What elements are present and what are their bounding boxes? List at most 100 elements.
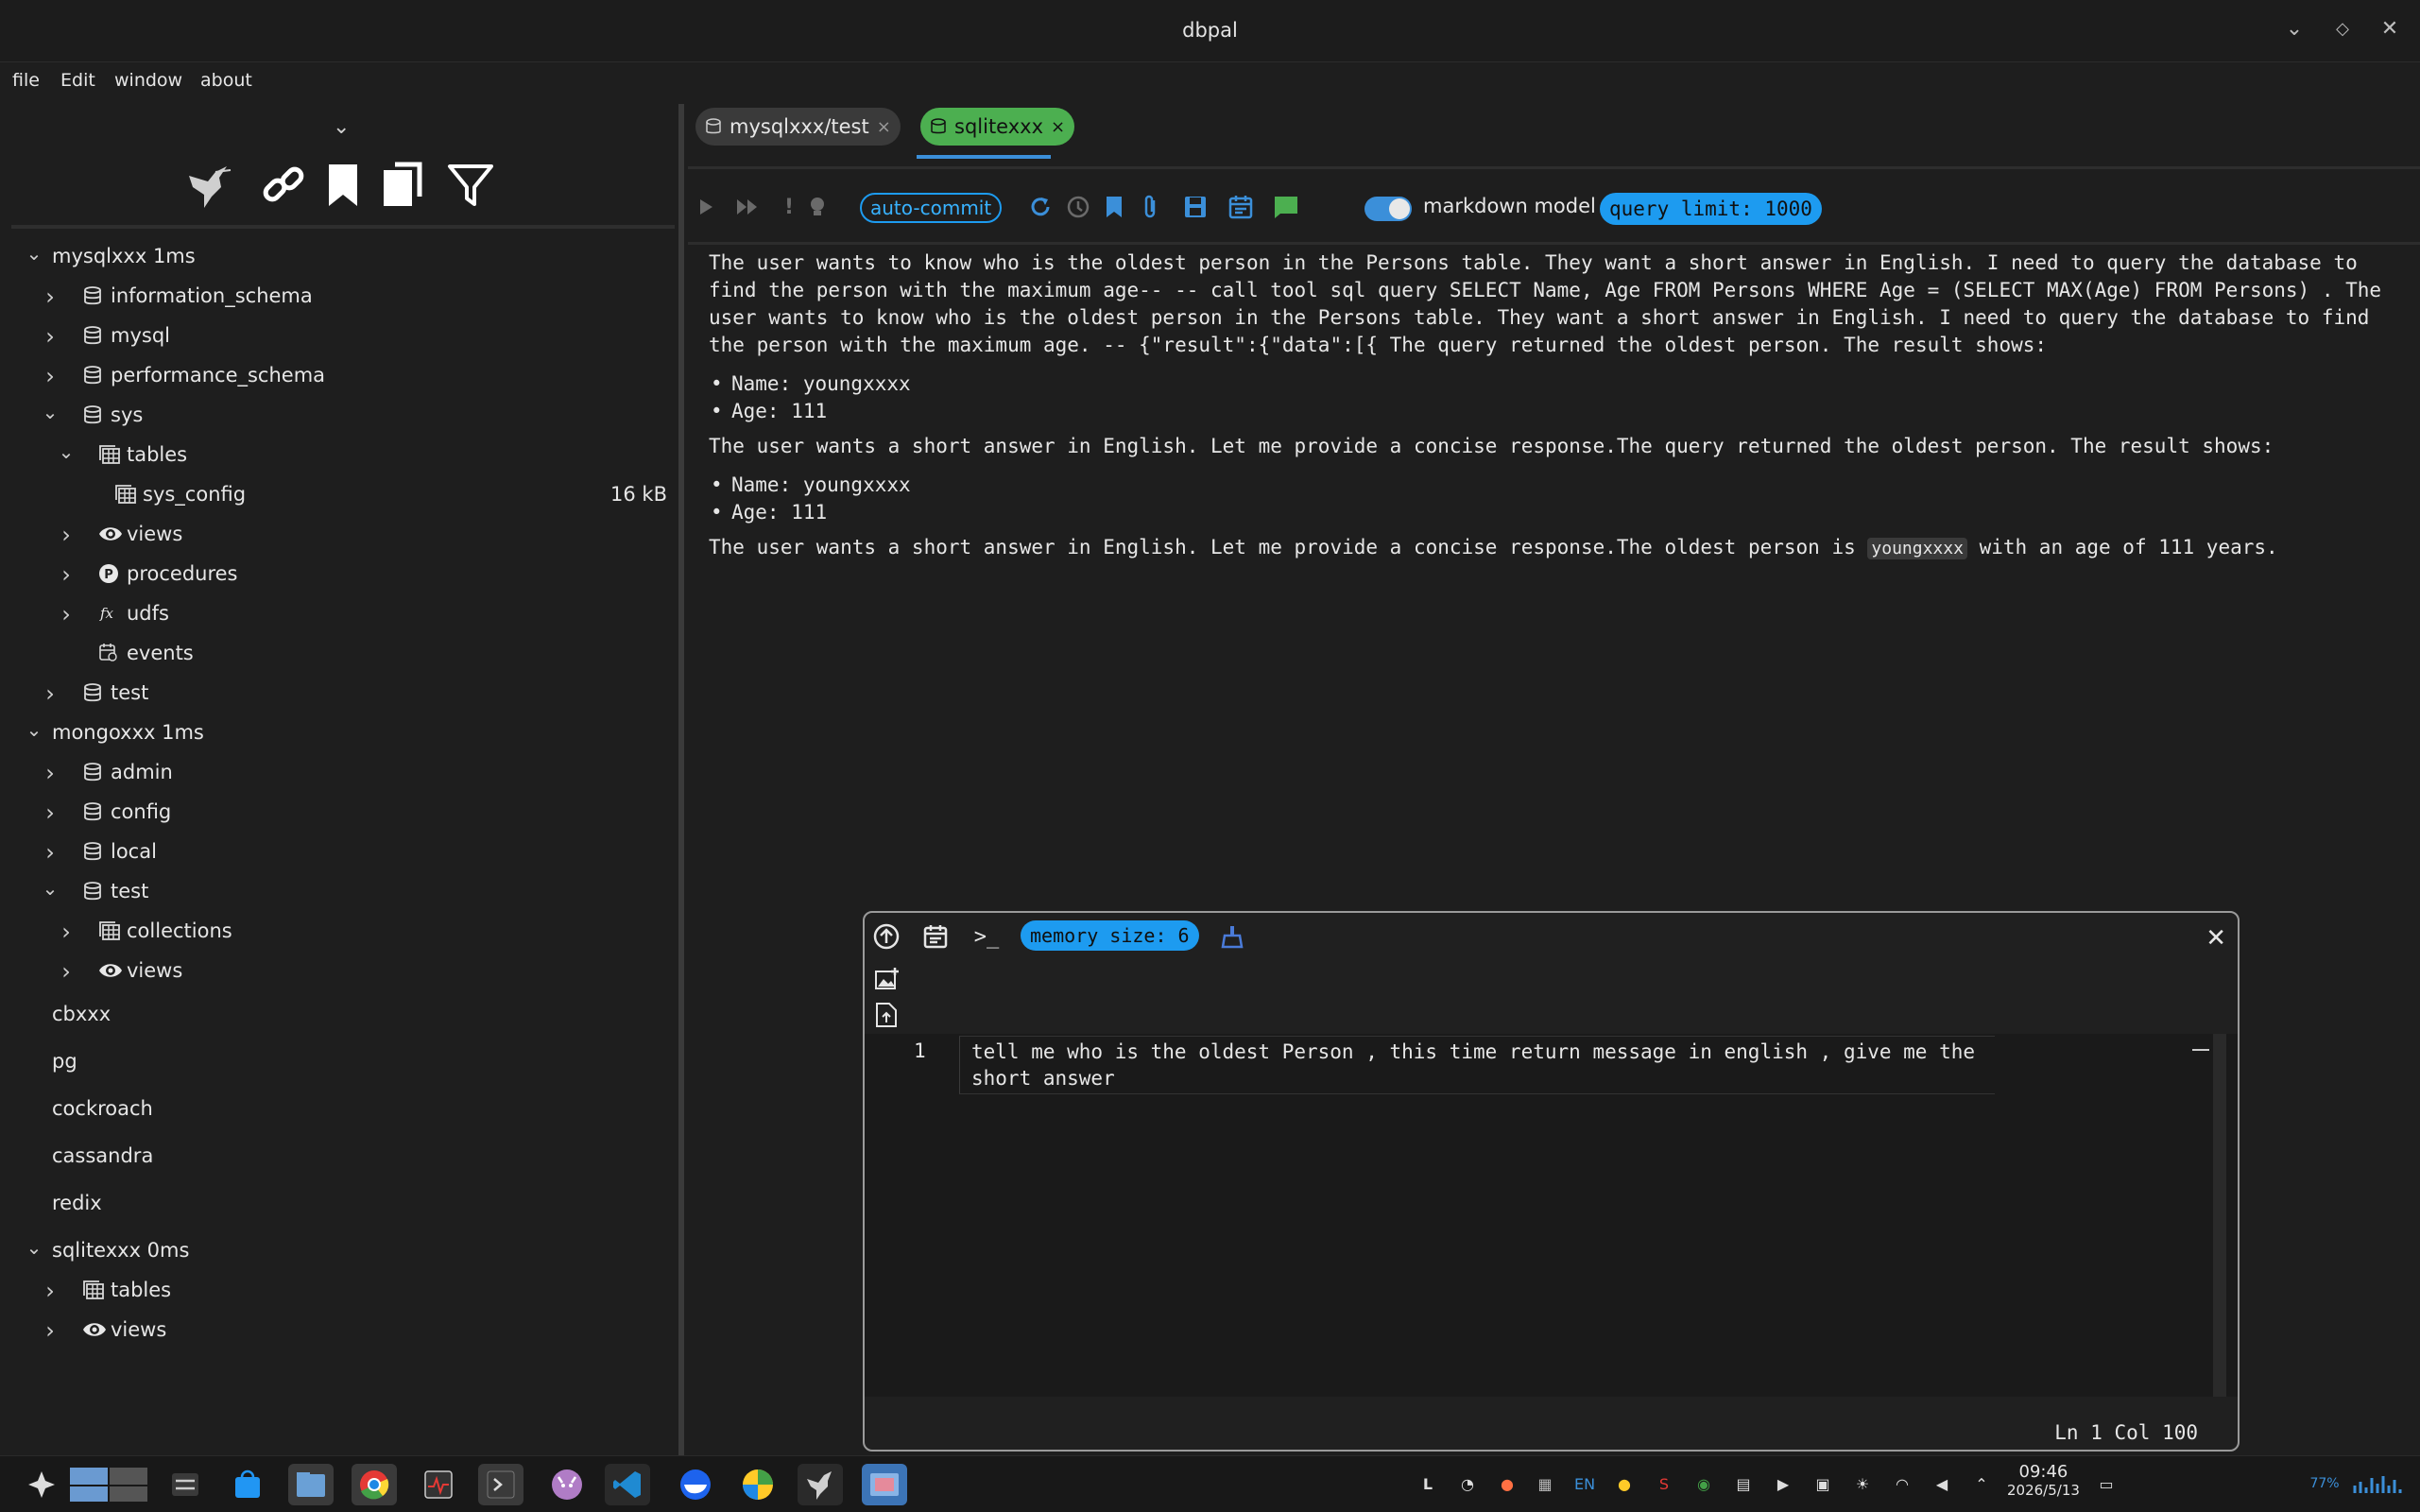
link-icon[interactable]	[257, 159, 310, 212]
menu-window[interactable]: window	[114, 70, 182, 91]
chevron-right-icon[interactable]: ›	[41, 1317, 60, 1344]
calendar-icon[interactable]	[919, 920, 952, 953]
save-icon[interactable]	[1181, 193, 1210, 221]
chevron-right-icon[interactable]: ›	[57, 522, 76, 548]
broom-icon[interactable]	[1216, 920, 1248, 953]
memory-size-badge[interactable]: memory size: 6	[1021, 920, 1199, 951]
tab-close-icon[interactable]: ×	[877, 117, 891, 137]
run-icon[interactable]	[692, 193, 720, 221]
menu-edit[interactable]: Edit	[60, 70, 95, 91]
tree-connection[interactable]: pg	[0, 1043, 678, 1083]
tray-cat-icon[interactable]: ●	[1495, 1471, 1519, 1496]
chevron-right-icon[interactable]: ›	[41, 839, 60, 866]
dbpal-app-icon[interactable]	[798, 1464, 843, 1505]
lightbulb-icon[interactable]	[803, 193, 832, 221]
tray-lang-indicator[interactable]: EN	[1572, 1471, 1597, 1496]
chevron-right-icon[interactable]: ›	[41, 680, 60, 707]
tree-connection[interactable]: redix	[0, 1185, 678, 1225]
prompt-editor[interactable]: 1 tell me who is the oldest Person , thi…	[865, 1034, 2238, 1397]
battery-indicator[interactable]: 77%	[2306, 1471, 2343, 1496]
launcher-icon[interactable]	[19, 1464, 64, 1505]
tray-expand-icon[interactable]: ⌃	[1969, 1471, 1994, 1496]
tree-node[interactable]: › mysql	[0, 318, 678, 357]
tab-mysqlxxx-test[interactable]: mysqlxxx/test ×	[695, 108, 901, 146]
tree-node[interactable]: › information_schema	[0, 278, 678, 318]
system-monitor-icon[interactable]	[416, 1464, 461, 1505]
tree-node[interactable]: sys_config 16 kB	[0, 476, 678, 516]
chevron-down-icon[interactable]: ⌄	[41, 877, 60, 900]
attachment-icon[interactable]	[1136, 193, 1164, 221]
tree-connection[interactable]: cbxxx	[0, 996, 678, 1036]
chrome-app-icon[interactable]	[352, 1464, 397, 1505]
tree-node[interactable]: › config	[0, 794, 678, 833]
tree-node[interactable]: › fx udfs	[0, 595, 678, 635]
tree-node[interactable]: › views	[0, 516, 678, 556]
tray-display-icon[interactable]: ▣	[1811, 1471, 1835, 1496]
menu-file[interactable]: file	[12, 70, 40, 91]
chevron-right-icon[interactable]: ›	[57, 561, 76, 588]
copy-icon[interactable]	[378, 159, 431, 212]
chevron-right-icon[interactable]: ›	[41, 363, 60, 389]
tree-node[interactable]: › test	[0, 675, 678, 714]
files-app-icon[interactable]	[288, 1464, 334, 1505]
tray-media-icon[interactable]: ▶	[1771, 1471, 1795, 1496]
chevron-right-icon[interactable]: ›	[57, 601, 76, 627]
chevron-right-icon[interactable]: ›	[57, 958, 76, 985]
hummingbird-icon[interactable]	[183, 159, 236, 212]
tab-close-icon[interactable]: ×	[1051, 117, 1065, 137]
tree-connection[interactable]: ⌄ mysqlxxx 1ms	[0, 238, 678, 278]
tray-colorful-icon[interactable]: ●	[1612, 1471, 1637, 1496]
chevron-down-icon[interactable]: ⌄	[25, 242, 43, 265]
tree-node[interactable]: › tables	[0, 1272, 678, 1312]
settings-app-icon[interactable]	[163, 1464, 208, 1505]
tree-node[interactable]: › performance_schema	[0, 357, 678, 397]
add-image-icon[interactable]	[874, 966, 902, 994]
tray-wifi-icon[interactable]: ◠	[1890, 1471, 1914, 1496]
minimize-icon[interactable]: ⌄	[2280, 15, 2308, 43]
notification-icon[interactable]: ▭	[2094, 1471, 2119, 1496]
tree-node[interactable]: › views	[0, 953, 678, 992]
tray-docker-icon[interactable]: ▦	[1533, 1471, 1557, 1496]
tree-node[interactable]: › Pprocedures	[0, 556, 678, 595]
maximize-icon[interactable]: ◇	[2328, 15, 2357, 43]
prompt-input[interactable]: tell me who is the oldest Person , this …	[959, 1036, 1995, 1094]
explain-icon[interactable]: !	[775, 193, 803, 221]
tree-node[interactable]: events	[0, 635, 678, 675]
tray-brightness-icon[interactable]: ☀	[1850, 1471, 1875, 1496]
tray-wechat-icon[interactable]: ◉	[1691, 1471, 1716, 1496]
cat-app-icon[interactable]	[544, 1464, 590, 1505]
close-dialog-icon[interactable]: ✕	[2205, 924, 2226, 953]
bookmark-query-icon[interactable]	[1100, 193, 1128, 221]
tree-connection[interactable]: ⌄ mongoxxx 1ms	[0, 714, 678, 754]
collapse-chevron-icon[interactable]: ⌄	[333, 115, 350, 139]
chevron-right-icon[interactable]: ›	[41, 323, 60, 350]
upload-icon[interactable]	[870, 920, 902, 953]
tray-red-icon[interactable]: S	[1652, 1471, 1676, 1496]
chevron-right-icon[interactable]: ›	[41, 760, 60, 786]
auto-commit-toggle[interactable]: auto-commit	[860, 193, 1003, 223]
chevron-right-icon[interactable]: ›	[41, 284, 60, 310]
store-app-icon[interactable]	[225, 1464, 270, 1505]
tree-node[interactable]: ⌄ sys	[0, 397, 678, 437]
tree-connection[interactable]: cassandra	[0, 1138, 678, 1177]
tree-node[interactable]: › collections	[0, 913, 678, 953]
chevron-right-icon[interactable]: ›	[41, 799, 60, 826]
sidebar-splitter[interactable]	[678, 104, 684, 1455]
tray-l-icon[interactable]: L	[1416, 1471, 1440, 1496]
tree-connection[interactable]: ⌄ sqlitexxx 0ms	[0, 1232, 678, 1272]
markdown-toggle[interactable]	[1364, 197, 1412, 221]
refresh-icon[interactable]	[1026, 193, 1055, 221]
docker-app-icon[interactable]	[673, 1464, 718, 1505]
chevron-down-icon[interactable]: ⌄	[57, 440, 76, 463]
tree-connection[interactable]: cockroach	[0, 1091, 678, 1130]
chevron-right-icon[interactable]: ›	[57, 919, 76, 945]
calendar-icon[interactable]	[1227, 193, 1255, 221]
tree-node[interactable]: ⌄ test	[0, 873, 678, 913]
chevron-down-icon[interactable]: ⌄	[41, 401, 60, 423]
vscode-app-icon[interactable]	[605, 1464, 650, 1505]
tab-sqlitexxx[interactable]: sqlitexxx ×	[920, 108, 1075, 146]
run-all-icon[interactable]	[733, 193, 762, 221]
editor-scrollbar[interactable]	[2213, 1034, 2226, 1397]
tray-clipboard-icon[interactable]: ▤	[1731, 1471, 1756, 1496]
chat-icon[interactable]	[1272, 193, 1300, 221]
